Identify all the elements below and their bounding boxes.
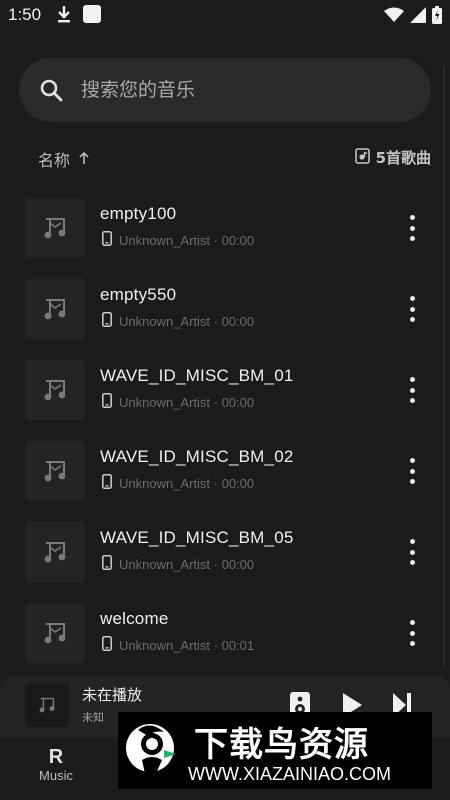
watermark-brand: 下载鸟资源 <box>194 725 369 765</box>
song-title: WAVE_ID_MISC_BM_01 <box>100 366 294 385</box>
wifi-icon <box>384 7 404 27</box>
song-row[interactable]: WAVE_ID_MISC_BM_01 Unknown_Artist · 00:0… <box>0 350 450 431</box>
song-subtitle: Unknown_Artist · 00:00 <box>102 312 254 331</box>
album-art-placeholder <box>25 279 85 339</box>
song-row[interactable]: WAVE_ID_MISC_BM_02 Unknown_Artist · 00:0… <box>0 431 450 512</box>
album-art-placeholder <box>25 198 85 258</box>
search-icon <box>39 78 63 106</box>
now-playing-artist: 未知 <box>82 711 104 724</box>
more-options-icon[interactable] <box>404 620 420 646</box>
song-meta: Unknown_Artist · 00:00 <box>119 233 255 248</box>
song-meta: Unknown_Artist · 00:00 <box>119 395 255 410</box>
playlist-icon <box>354 147 370 168</box>
status-time: 1:50 <box>8 5 42 24</box>
song-title: WAVE_ID_MISC_BM_02 <box>100 447 294 466</box>
more-options-icon[interactable] <box>404 458 420 484</box>
album-art-placeholder <box>25 360 85 420</box>
more-options-icon[interactable] <box>404 377 420 403</box>
album-art-placeholder <box>25 522 85 582</box>
signal-icon <box>410 7 426 27</box>
song-title: welcome <box>100 609 169 628</box>
song-title: empty100 <box>100 204 177 223</box>
sort-control[interactable]: 名称 <box>38 147 90 171</box>
song-title: WAVE_ID_MISC_BM_05 <box>100 528 294 547</box>
search-bar[interactable] <box>19 58 431 122</box>
song-row[interactable]: welcome Unknown_Artist · 00:01 <box>0 593 450 674</box>
song-meta: Unknown_Artist · 00:00 <box>119 314 255 329</box>
song-row[interactable]: empty550 Unknown_Artist · 00:00 <box>0 269 450 350</box>
phone-storage-icon <box>102 636 112 655</box>
song-subtitle: Unknown_Artist · 00:00 <box>102 474 254 493</box>
more-options-icon[interactable] <box>404 539 420 565</box>
notification-square-icon <box>83 5 101 23</box>
song-subtitle: Unknown_Artist · 00:00 <box>102 393 254 412</box>
album-art-placeholder <box>25 441 85 501</box>
music-note-icon <box>44 299 66 320</box>
more-options-icon[interactable] <box>404 296 420 322</box>
more-options-icon[interactable] <box>404 215 420 241</box>
song-subtitle: Unknown_Artist · 00:00 <box>102 555 254 574</box>
song-subtitle: Unknown_Artist · 00:01 <box>102 636 254 655</box>
music-note-icon <box>39 697 55 713</box>
song-meta: Unknown_Artist · 00:01 <box>119 638 255 653</box>
song-subtitle: Unknown_Artist · 00:00 <box>102 231 254 250</box>
phone-storage-icon <box>102 393 112 412</box>
music-note-icon <box>44 542 66 563</box>
bird-logo-icon <box>126 724 176 778</box>
download-icon <box>55 4 73 28</box>
song-count: 5首歌曲 <box>354 147 431 168</box>
sort-ascending-icon <box>78 150 90 169</box>
phone-storage-icon <box>102 231 112 250</box>
song-row[interactable]: empty100 Unknown_Artist · 00:00 <box>0 188 450 269</box>
nav-item-music[interactable]: R Music <box>36 746 76 783</box>
song-meta: Unknown_Artist · 00:00 <box>119 476 255 491</box>
song-count-label: 5首歌曲 <box>375 149 431 167</box>
phone-storage-icon <box>102 474 112 493</box>
music-note-icon <box>44 623 66 644</box>
nav-item-music-label: Music <box>39 768 73 783</box>
music-note-icon <box>44 218 66 239</box>
mini-album-art <box>25 683 69 727</box>
music-note-icon <box>44 461 66 482</box>
watermark-banner: 下载鸟资源 WWW.XIAZAINIAO.COM <box>118 712 432 789</box>
music-note-icon <box>44 380 66 401</box>
music-tab-icon: R <box>48 746 64 768</box>
status-bar: 1:50 <box>0 0 450 32</box>
battery-icon <box>432 6 442 28</box>
song-title: empty550 <box>100 285 177 304</box>
phone-storage-icon <box>102 555 112 574</box>
search-input[interactable] <box>81 58 411 122</box>
song-meta: Unknown_Artist · 00:00 <box>119 557 255 572</box>
phone-storage-icon <box>102 312 112 331</box>
now-playing-title: 未在播放 <box>82 686 143 704</box>
watermark-url: WWW.XIAZAINIAO.COM <box>188 764 391 784</box>
album-art-placeholder <box>25 603 85 663</box>
song-row[interactable]: WAVE_ID_MISC_BM_05 Unknown_Artist · 00:0… <box>0 512 450 593</box>
sort-label: 名称 <box>38 151 71 170</box>
